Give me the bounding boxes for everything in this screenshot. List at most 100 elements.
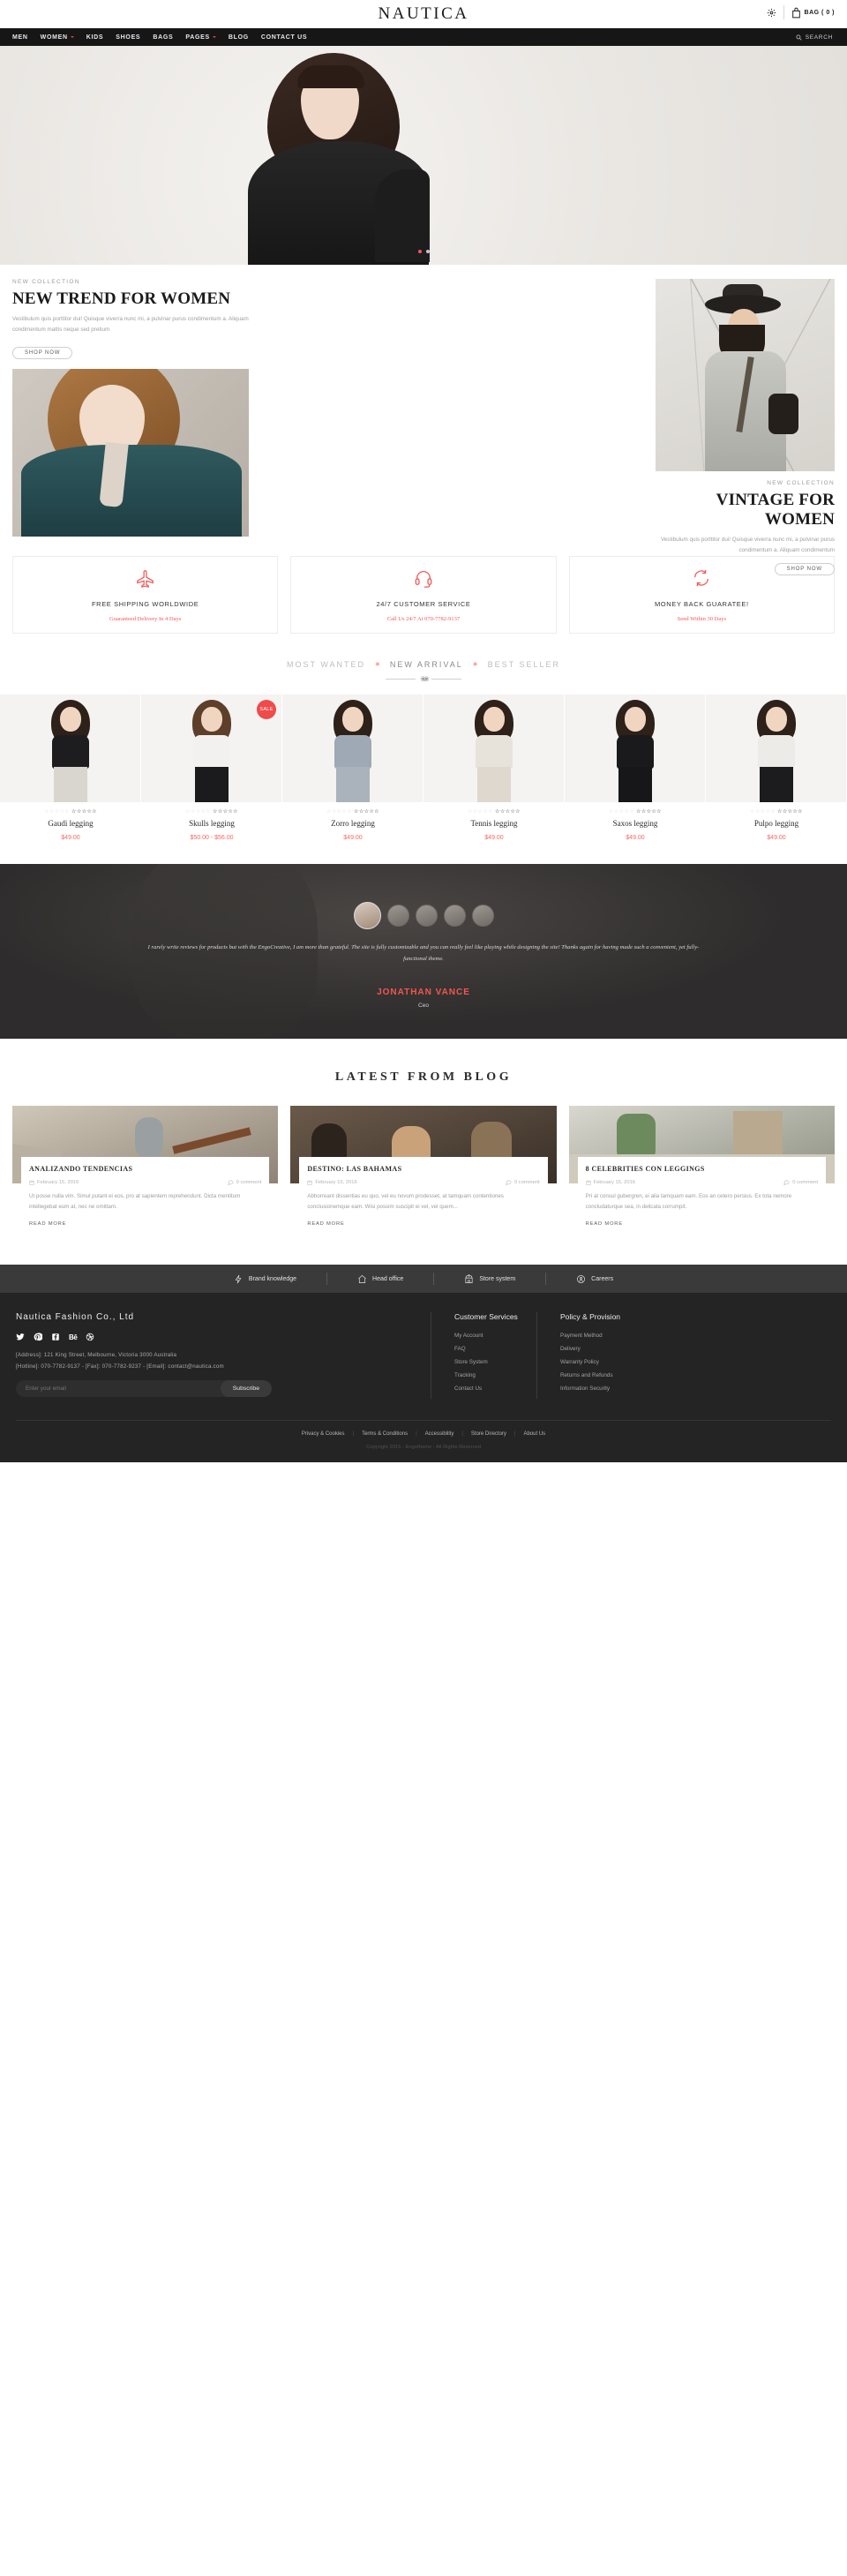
blog-title[interactable]: DESTINO: LAS BAHAMAS	[307, 1165, 539, 1173]
collection-left-image[interactable]	[12, 369, 249, 537]
footer-link-tracking[interactable]: Tracking	[454, 1372, 536, 1378]
nav-item-pages[interactable]: PAGES	[185, 34, 216, 41]
product-card[interactable]: SALE ☆☆☆☆☆ ☆☆☆☆☆ Skulls legging $50.00 -…	[141, 695, 282, 841]
bottom-link-terms-conditions[interactable]: Terms & Conditions	[362, 1431, 408, 1437]
nav-item-shoes[interactable]: SHOES	[116, 34, 140, 41]
nav-item-men[interactable]: MEN	[12, 34, 28, 41]
shop-now-button-left[interactable]: SHOP NOW	[12, 347, 73, 360]
copyright-text: Copyright 2015 - Engotheme - All Rights …	[366, 1445, 481, 1451]
hero-dot-2[interactable]	[425, 250, 430, 253]
home-icon	[358, 1274, 366, 1283]
product-image[interactable]	[565, 695, 705, 803]
collection-right: NEW COLLECTION VINTAGE FOR WOMEN Vestibu…	[656, 279, 835, 576]
gear-icon[interactable]	[767, 8, 776, 18]
collection-right-image[interactable]	[656, 279, 835, 471]
footer-link-my-account[interactable]: My Account	[454, 1333, 536, 1339]
collection-right-eyebrow: NEW COLLECTION	[767, 480, 835, 486]
newsletter-email-input[interactable]	[16, 1386, 221, 1393]
footer-link-contact-us[interactable]: Contact Us	[454, 1386, 536, 1392]
cart-button[interactable]: BAG ( 0 )	[791, 7, 835, 19]
product-name[interactable]: Gaudi legging	[0, 819, 141, 828]
blog-card[interactable]: 8 CELEBRITIES CON LEGGINGS February 15, …	[568, 1106, 835, 1239]
tab-separator-icon: ✳	[375, 662, 380, 669]
page-root: NAUTICA BAG ( 0 ) MEN WOMEN KIDS SHOES B…	[0, 0, 847, 1463]
product-name[interactable]: Zorro legging	[282, 819, 424, 828]
nav-item-bags[interactable]: BAGS	[153, 34, 173, 41]
bottom-link-store-directory[interactable]: Store Directory	[471, 1431, 506, 1437]
product-name[interactable]: Saxos legging	[565, 819, 706, 828]
product-price: $49.00	[767, 835, 786, 842]
dribbble-icon[interactable]	[86, 1333, 94, 1341]
blog-title[interactable]: 8 CELEBRITIES CON LEGGINGS	[586, 1165, 818, 1173]
facebook-icon[interactable]	[51, 1333, 60, 1341]
bottom-link-about-us[interactable]: About Us	[523, 1431, 545, 1437]
tab-best-seller[interactable]: BEST SELLER	[488, 660, 560, 669]
footer-link-payment-method[interactable]: Payment Method	[560, 1333, 686, 1339]
bottom-link-privacy-cookies[interactable]: Privacy & Cookies	[302, 1431, 345, 1437]
feature-head-office[interactable]: Head office	[327, 1274, 433, 1284]
tab-most-wanted[interactable]: MOST WANTED	[287, 660, 365, 669]
read-more-link[interactable]: READ MORE	[586, 1221, 623, 1227]
product-name[interactable]: Pulpo legging	[706, 819, 847, 828]
footer-link-faq[interactable]: FAQ	[454, 1346, 536, 1352]
blog-title[interactable]: ANALIZANDO TENDENCIAS	[29, 1165, 261, 1173]
footer-link-warranty-policy[interactable]: Warranty Policy	[560, 1359, 686, 1365]
product-image[interactable]	[0, 695, 140, 803]
product-card[interactable]: ☆☆☆☆☆ ☆☆☆☆☆ Gaudi legging $49.00	[0, 695, 141, 841]
product-card[interactable]: ☆☆☆☆☆ ☆☆☆☆☆ Tennis legging $49.00	[424, 695, 565, 841]
footer-link-store-system[interactable]: Store System	[454, 1359, 536, 1365]
footer-column-heading: Policy & Provision	[560, 1312, 621, 1322]
feature-store-system[interactable]: Store system	[434, 1274, 545, 1284]
product-card[interactable]: ☆☆☆☆☆ ☆☆☆☆☆ Pulpo legging $49.00	[706, 695, 847, 841]
footer-link-list: Payment Method Delivery Warranty Policy …	[560, 1333, 686, 1392]
hero-dot-1[interactable]	[417, 250, 422, 253]
testimonial-avatars[interactable]	[353, 902, 494, 930]
blog-card[interactable]: ANALIZANDO TENDENCIAS February 15, 2016 …	[12, 1106, 279, 1239]
tab-new-arrival[interactable]: NEW ARRIVAL	[390, 660, 463, 669]
search-button[interactable]: SEARCH	[796, 34, 833, 41]
nav-label: KIDS	[86, 34, 104, 41]
avatar[interactable]	[353, 902, 381, 930]
site-logo[interactable]: NAUTICA	[379, 4, 469, 24]
nav-item-women[interactable]: WOMEN	[41, 34, 74, 41]
read-more-link[interactable]: READ MORE	[307, 1221, 344, 1227]
service-card-customer-service: 24/7 CUSTOMER SERVICE Call Us 24/7 At 07…	[290, 556, 557, 635]
avatar[interactable]	[386, 905, 409, 928]
nav-item-blog[interactable]: BLOG	[229, 34, 249, 41]
avatar[interactable]	[471, 905, 494, 928]
product-card[interactable]: ☆☆☆☆☆ ☆☆☆☆☆ Saxos legging $49.00	[565, 695, 706, 841]
blog-date: February 15, 2016	[586, 1179, 635, 1185]
blog-meta: February 15, 2016 0 comment	[586, 1179, 818, 1186]
footer-link-information-security[interactable]: Information Security	[560, 1386, 686, 1392]
service-subtitle: Call Us 24/7 At 070-7782-9137	[386, 615, 461, 622]
product-name[interactable]: Skulls legging	[141, 819, 282, 828]
collection-right-desc: Vestibulum quis porttitor dui! Quisque v…	[660, 537, 835, 553]
service-title: MONEY BACK GUARATEE!	[654, 599, 749, 608]
nav-item-contact-us[interactable]: CONTACT US	[261, 34, 307, 41]
product-image[interactable]: SALE	[141, 695, 281, 803]
hero-slider[interactable]	[0, 46, 847, 265]
blog-card[interactable]: DESTINO: LAS BAHAMAS February 15, 2016 0…	[290, 1106, 557, 1239]
product-image[interactable]	[424, 695, 564, 803]
bottom-link-accessibility[interactable]: Accessibility	[425, 1431, 454, 1437]
product-card[interactable]: ☆☆☆☆☆ ☆☆☆☆☆ Zorro legging $49.00	[282, 695, 424, 841]
products-section: MOST WANTED ✳ NEW ARRIVAL ✳ BEST SELLER …	[0, 634, 847, 841]
behance-icon[interactable]: Bē	[69, 1333, 78, 1341]
product-rating: ☆☆☆☆☆ ☆☆☆☆☆	[609, 809, 662, 815]
product-image[interactable]	[706, 695, 846, 803]
twitter-icon[interactable]	[16, 1333, 25, 1341]
footer-link-delivery[interactable]: Delivery	[560, 1346, 686, 1352]
hero-slider-dots[interactable]	[0, 250, 847, 253]
subscribe-button[interactable]: Subscribe	[220, 1380, 272, 1398]
footer-link-returns-and-refunds[interactable]: Returns and Refunds	[560, 1372, 686, 1378]
feature-careers[interactable]: Careers	[546, 1274, 643, 1284]
shop-now-button-right[interactable]: SHOP NOW	[774, 563, 835, 576]
read-more-link[interactable]: READ MORE	[29, 1221, 66, 1227]
avatar[interactable]	[443, 905, 466, 928]
nav-item-kids[interactable]: KIDS	[86, 34, 104, 41]
pinterest-icon[interactable]	[34, 1333, 42, 1341]
product-image[interactable]	[282, 695, 423, 803]
feature-brand-knowledge[interactable]: Brand knowledge	[204, 1274, 326, 1284]
avatar[interactable]	[415, 905, 438, 928]
product-name[interactable]: Tennis legging	[424, 819, 565, 828]
